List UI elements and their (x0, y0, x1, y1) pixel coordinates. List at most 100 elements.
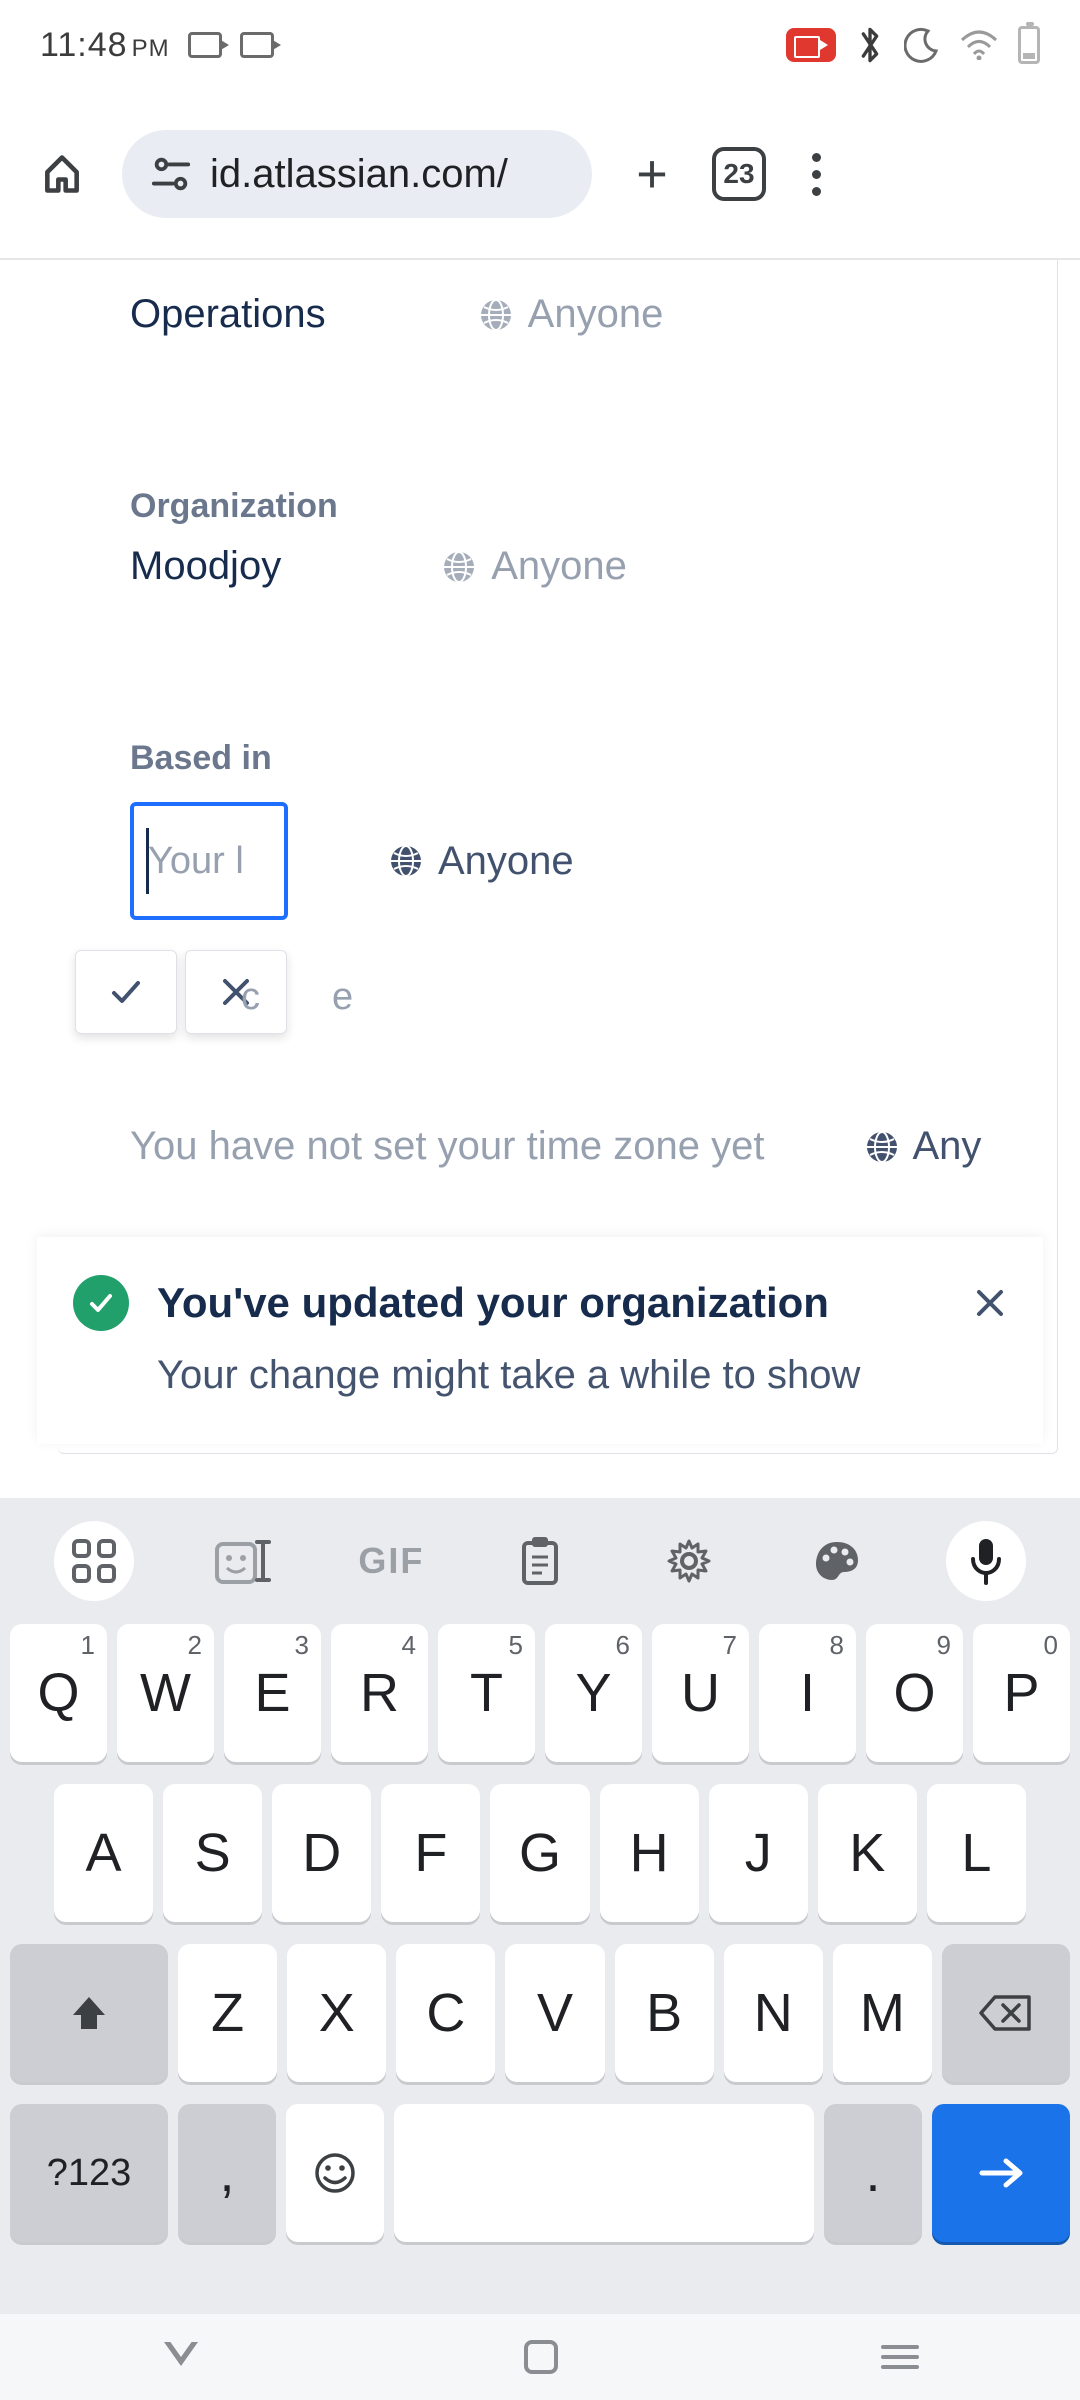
toast-close-button[interactable] (973, 1286, 1007, 1320)
emoji-key[interactable] (286, 2104, 384, 2242)
browser-menu-button[interactable] (796, 153, 836, 196)
backspace-icon (979, 1993, 1033, 2033)
text-cursor (146, 828, 149, 894)
timezone-visibility[interactable]: Any (864, 1124, 981, 1169)
operations-visibility[interactable]: Anyone (478, 292, 664, 337)
basedin-label: Based in (130, 739, 1017, 778)
emoji-icon (313, 2151, 357, 2195)
plus-icon: + (636, 143, 668, 205)
soft-keyboard: GIF Q1W2E3R4T5Y6U7I8O9P0 ASDFGHJKL ZXCVB… (0, 1498, 1080, 2314)
key-y[interactable]: Y6 (545, 1624, 642, 1762)
key-c[interactable]: C (396, 1944, 495, 2082)
settings-button[interactable] (649, 1521, 729, 1601)
keyboard-toolbar: GIF (0, 1506, 1080, 1616)
url-text: id.atlassian.com/ (210, 152, 508, 197)
toast-title: You've updated your organization (157, 1279, 945, 1327)
key-w[interactable]: W2 (117, 1624, 214, 1762)
dnd-moon-icon (904, 27, 940, 63)
tabs-button[interactable]: 23 (712, 147, 766, 201)
backspace-key[interactable] (942, 1944, 1070, 2082)
key-i[interactable]: I8 (759, 1624, 856, 1762)
nav-home-button[interactable] (524, 2340, 558, 2374)
sticker-button[interactable] (203, 1521, 283, 1601)
browser-toolbar: id.atlassian.com/ + 23 (0, 90, 1080, 260)
key-h[interactable]: H (600, 1784, 699, 1922)
organization-value[interactable]: Moodjoy (130, 544, 281, 589)
gif-button[interactable]: GIF (351, 1521, 431, 1601)
keyboard-apps-button[interactable] (54, 1521, 134, 1601)
key-j[interactable]: J (709, 1784, 808, 1922)
close-icon (973, 1286, 1007, 1320)
site-settings-icon (150, 153, 192, 195)
gear-icon (665, 1537, 713, 1585)
enter-key[interactable] (932, 2104, 1070, 2242)
mic-icon (969, 1537, 1003, 1585)
key-g[interactable]: G (490, 1784, 589, 1922)
wifi-icon (960, 30, 998, 60)
shift-icon (69, 1993, 109, 2033)
success-check-icon (73, 1275, 129, 1331)
ghost-text: ce (241, 976, 425, 1019)
key-x[interactable]: X (287, 1944, 386, 2082)
key-s[interactable]: S (163, 1784, 262, 1922)
space-key[interactable] (394, 2104, 814, 2242)
camera-icon (240, 32, 274, 58)
key-u[interactable]: U7 (652, 1624, 749, 1762)
theme-button[interactable] (797, 1521, 877, 1601)
confirm-button[interactable] (75, 950, 177, 1034)
key-e[interactable]: E3 (224, 1624, 321, 1762)
camera-icon (188, 32, 222, 58)
android-nav-bar (0, 2314, 1080, 2400)
check-icon (108, 974, 144, 1010)
url-bar[interactable]: id.atlassian.com/ (122, 130, 592, 218)
operations-value[interactable]: Operations (130, 292, 326, 337)
palette-icon (812, 1538, 862, 1584)
key-p[interactable]: P0 (973, 1624, 1070, 1762)
key-l[interactable]: L (927, 1784, 1026, 1922)
basedin-visibility[interactable]: Anyone (388, 839, 574, 884)
key-r[interactable]: R4 (331, 1624, 428, 1762)
key-d[interactable]: D (272, 1784, 371, 1922)
page-content: Operations Anyone Organization Moodjoy A… (0, 260, 1080, 1486)
bluetooth-icon (856, 25, 884, 65)
key-m[interactable]: M (833, 1944, 932, 2082)
symbols-key[interactable]: ?123 (10, 2104, 168, 2242)
key-k[interactable]: K (818, 1784, 917, 1922)
grid-icon (72, 1539, 116, 1583)
period-key[interactable]: . (824, 2104, 922, 2242)
shift-key[interactable] (10, 1944, 168, 2082)
key-n[interactable]: N (724, 1944, 823, 2082)
toast-subtitle: Your change might take a while to show (157, 1353, 1007, 1398)
voice-input-button[interactable] (946, 1521, 1026, 1601)
key-v[interactable]: V (505, 1944, 604, 2082)
key-f[interactable]: F (381, 1784, 480, 1922)
organization-label: Organization (130, 487, 1017, 526)
nav-back-button[interactable] (161, 2342, 201, 2372)
screen-record-icon (786, 28, 836, 62)
timezone-empty-text[interactable]: You have not set your time zone yet (130, 1124, 764, 1169)
new-tab-button[interactable]: + (622, 144, 682, 204)
globe-icon (388, 843, 424, 879)
comma-key[interactable]: , (178, 2104, 276, 2242)
key-o[interactable]: O9 (866, 1624, 963, 1762)
sticker-icon (213, 1536, 273, 1586)
status-bar: 11:48PM (0, 0, 1080, 90)
arrow-right-icon (976, 2155, 1026, 2191)
key-t[interactable]: T5 (438, 1624, 535, 1762)
globe-icon (478, 297, 514, 333)
browser-home-button[interactable] (32, 144, 92, 204)
key-z[interactable]: Z (178, 1944, 277, 2082)
key-a[interactable]: A (54, 1784, 153, 1922)
battery-icon (1018, 26, 1040, 64)
globe-icon (441, 549, 477, 585)
globe-icon (864, 1129, 900, 1165)
basedin-input[interactable]: Your l (130, 802, 288, 920)
organization-visibility[interactable]: Anyone (441, 544, 627, 589)
clipboard-icon (518, 1535, 562, 1587)
key-q[interactable]: Q1 (10, 1624, 107, 1762)
nav-recent-button[interactable] (881, 2345, 919, 2369)
toast-notification: You've updated your organization Your ch… (37, 1237, 1043, 1444)
status-time: 11:48PM (40, 26, 170, 65)
clipboard-button[interactable] (500, 1521, 580, 1601)
key-b[interactable]: B (615, 1944, 714, 2082)
